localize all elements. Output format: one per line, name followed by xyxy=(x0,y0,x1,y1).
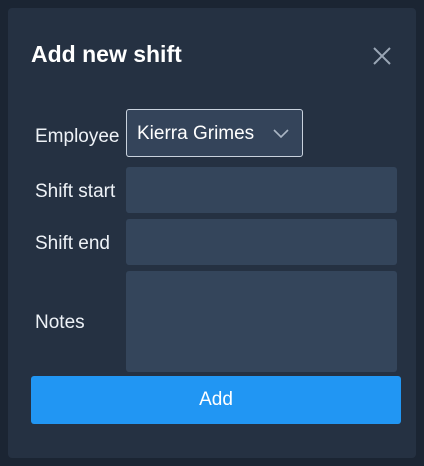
shift-start-label: Shift start xyxy=(35,181,116,202)
shift-end-label: Shift end xyxy=(35,233,110,254)
close-icon xyxy=(373,47,391,65)
employee-label: Employee xyxy=(35,126,120,147)
add-button[interactable]: Add xyxy=(31,376,401,424)
chevron-down-icon xyxy=(273,129,289,139)
close-button[interactable] xyxy=(370,44,394,68)
dialog-title: Add new shift xyxy=(31,41,182,67)
notes-textarea[interactable] xyxy=(126,271,397,372)
notes-label: Notes xyxy=(35,312,85,333)
shift-end-input[interactable] xyxy=(126,219,397,265)
employee-select[interactable]: Kierra Grimes xyxy=(126,109,303,157)
add-shift-dialog: Add new shift Employee Kierra Grimes Shi… xyxy=(8,8,416,458)
employee-selected-value: Kierra Grimes xyxy=(137,123,255,144)
shift-start-input[interactable] xyxy=(126,167,397,213)
